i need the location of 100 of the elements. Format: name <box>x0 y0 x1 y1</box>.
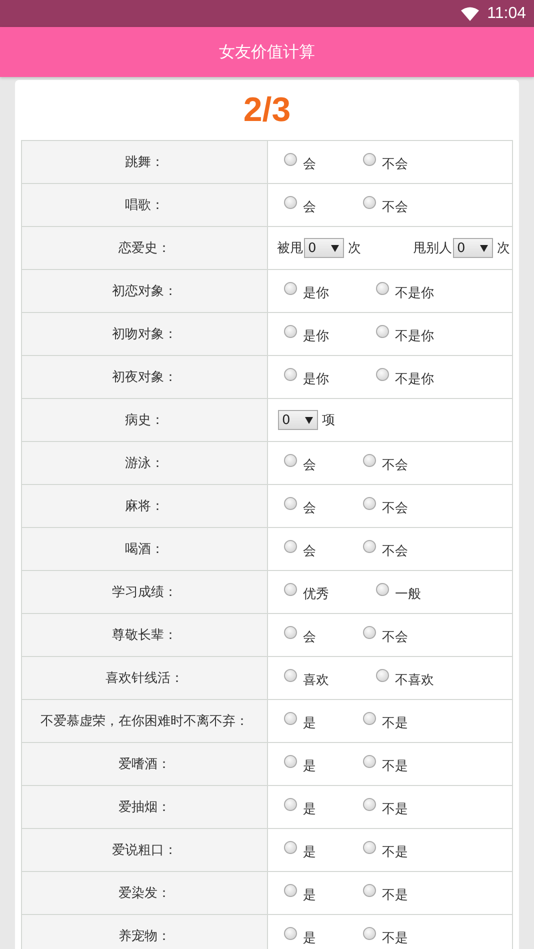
radio-button[interactable] <box>284 196 297 208</box>
option-label: 是你 <box>303 328 329 345</box>
caret-icon <box>331 244 339 252</box>
radio-button[interactable] <box>363 454 376 466</box>
option-label: 会 <box>303 457 316 474</box>
option-label: 不是你 <box>395 371 434 388</box>
radio-button[interactable] <box>284 884 297 896</box>
radio-button[interactable] <box>284 540 297 552</box>
option-label: 是 <box>303 930 316 947</box>
radio-button[interactable] <box>284 668 297 682</box>
radio-button[interactable] <box>363 840 376 854</box>
radio-button[interactable] <box>363 152 376 166</box>
question-label: 喜欢针线活： <box>22 657 268 699</box>
option-label: 不是 <box>382 758 408 775</box>
option-label: 不是 <box>382 715 408 732</box>
question-label: 爱嗜酒： <box>22 743 268 785</box>
option-label: 是 <box>303 801 316 818</box>
question-label: 病史： <box>22 399 268 441</box>
radio-button[interactable] <box>284 798 297 810</box>
radio-button[interactable] <box>363 712 376 724</box>
clock-time: 11:04 <box>487 4 526 22</box>
question-label: 爱抽烟： <box>22 786 268 828</box>
option-label: 会 <box>303 500 316 517</box>
question-label: 初吻对象： <box>22 313 268 355</box>
radio-button[interactable] <box>284 324 297 338</box>
radio-button[interactable] <box>363 496 376 510</box>
question-label: 学习成绩： <box>22 571 268 613</box>
option-label: 不是 <box>382 801 408 818</box>
radio-button[interactable] <box>284 454 297 466</box>
radio-button[interactable] <box>363 196 376 208</box>
option-label: 一般 <box>395 586 421 603</box>
radio-button[interactable] <box>376 368 389 380</box>
radio-button[interactable] <box>284 368 297 380</box>
radio-button[interactable] <box>376 282 389 294</box>
option-label: 优秀 <box>303 586 329 603</box>
number-dropdown[interactable]: 0 <box>453 238 493 258</box>
field-label: 甩别人 <box>413 240 452 257</box>
option-label: 不会 <box>382 457 408 474</box>
number-dropdown[interactable]: 0 <box>278 410 318 430</box>
radio-button[interactable] <box>284 840 297 854</box>
radio-button[interactable] <box>363 540 376 552</box>
question-label: 唱歌： <box>22 184 268 226</box>
caret-icon <box>305 416 313 424</box>
radio-button[interactable] <box>284 712 297 724</box>
unit-label: 项 <box>322 412 335 429</box>
option-label: 会 <box>303 543 316 560</box>
question-label: 恋爱史： <box>22 227 268 269</box>
option-label: 不会 <box>382 543 408 560</box>
question-label: 跳舞： <box>22 141 268 183</box>
radio-button[interactable] <box>363 884 376 896</box>
option-label: 会 <box>303 629 316 646</box>
wifi-icon <box>461 6 480 20</box>
option-label: 不是 <box>382 930 408 947</box>
option-label: 不会 <box>382 156 408 173</box>
caret-icon <box>480 244 488 252</box>
radio-button[interactable] <box>284 582 297 596</box>
radio-button[interactable] <box>284 496 297 510</box>
radio-button[interactable] <box>284 152 297 166</box>
radio-button[interactable] <box>363 754 376 768</box>
option-label: 会 <box>303 156 316 173</box>
question-label: 游泳： <box>22 442 268 484</box>
question-label: 养宠物： <box>22 915 268 949</box>
option-label: 是 <box>303 758 316 775</box>
option-label: 是 <box>303 844 316 861</box>
radio-button[interactable] <box>363 626 376 638</box>
question-label: 爱染发： <box>22 872 268 914</box>
option-label: 是 <box>303 715 316 732</box>
option-label: 不是 <box>382 844 408 861</box>
question-label: 爱说粗口： <box>22 829 268 871</box>
radio-button[interactable] <box>284 282 297 294</box>
app-title: 女友价值计算 <box>219 42 315 62</box>
radio-button[interactable] <box>376 324 389 338</box>
number-dropdown[interactable]: 0 <box>304 238 344 258</box>
page-counter: 2/3 <box>243 90 291 131</box>
option-label: 不喜欢 <box>395 672 434 689</box>
option-label: 会 <box>303 199 316 216</box>
unit-label: 次 <box>348 240 361 257</box>
radio-button[interactable] <box>376 668 389 682</box>
option-label: 不会 <box>382 500 408 517</box>
question-label: 初恋对象： <box>22 270 268 312</box>
option-label: 是你 <box>303 285 329 302</box>
question-label: 不爱慕虚荣，在你困难时不离不弃： <box>22 700 268 742</box>
option-label: 是你 <box>303 371 329 388</box>
question-label: 麻将： <box>22 485 268 527</box>
radio-button[interactable] <box>363 798 376 810</box>
option-label: 不会 <box>382 199 408 216</box>
option-label: 喜欢 <box>303 672 329 689</box>
unit-label: 次 <box>497 240 510 257</box>
option-label: 是 <box>303 887 316 904</box>
field-label: 被甩 <box>277 240 303 257</box>
radio-button[interactable] <box>376 582 389 596</box>
option-label: 不是 <box>382 887 408 904</box>
question-label: 初夜对象： <box>22 356 268 398</box>
radio-button[interactable] <box>284 626 297 638</box>
option-label: 不是你 <box>395 285 434 302</box>
radio-button[interactable] <box>363 926 376 940</box>
question-label: 喝酒： <box>22 528 268 570</box>
radio-button[interactable] <box>284 926 297 940</box>
radio-button[interactable] <box>284 754 297 768</box>
option-label: 不是你 <box>395 328 434 345</box>
